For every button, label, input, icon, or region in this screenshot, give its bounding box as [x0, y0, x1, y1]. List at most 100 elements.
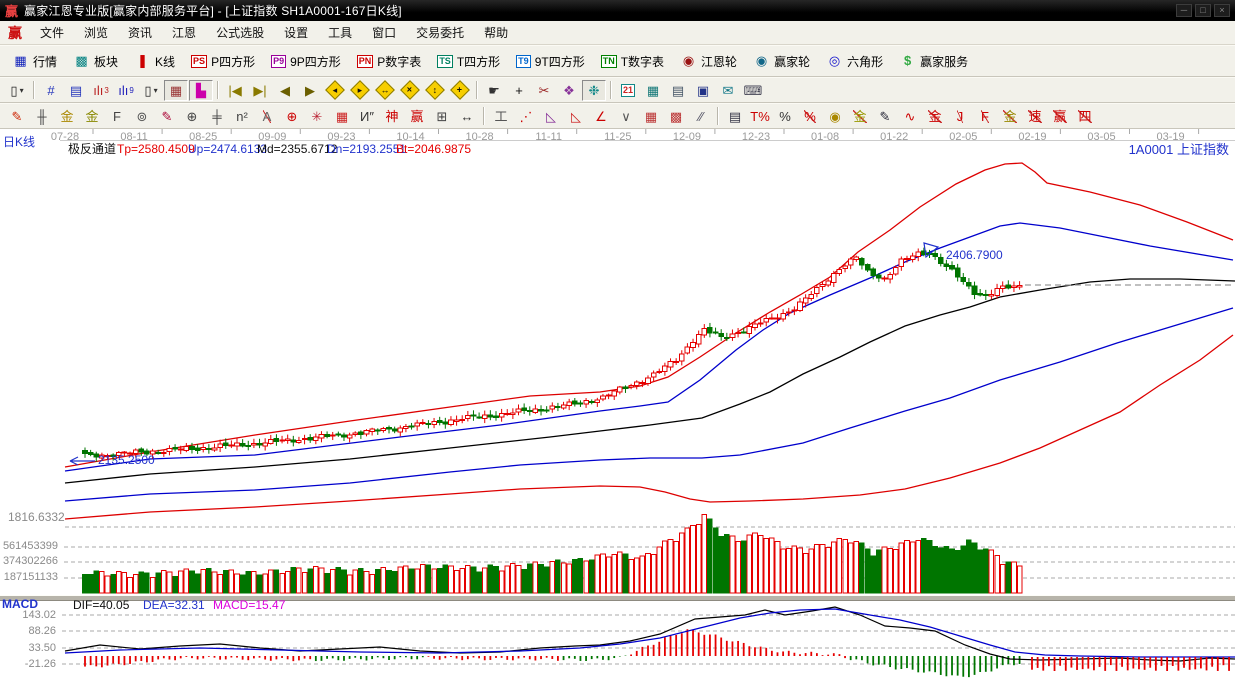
maximize-button[interactable]: □: [1195, 4, 1211, 17]
menu-item-browse[interactable]: 浏览: [74, 21, 118, 44]
ruler-scale-button[interactable]: ╫: [30, 106, 54, 127]
feature-button-t-number-table[interactable]: TNT数字表: [594, 49, 671, 74]
menu-item-formula-stock-pick[interactable]: 公式选股: [206, 21, 274, 44]
feature-button-quotes[interactable]: ▦行情: [5, 49, 64, 74]
gann-grid-button[interactable]: 工: [489, 106, 513, 127]
target-tool-icon: ⊕: [287, 110, 298, 123]
flag-pen-button[interactable]: ✎: [873, 106, 897, 127]
notes-button[interactable]: ▤: [666, 80, 690, 101]
fan-lines-button[interactable]: ⋰: [514, 106, 538, 127]
spiral-scale-button[interactable]: ⊚: [130, 106, 154, 127]
color-chart-button[interactable]: ▙: [189, 80, 213, 101]
feature-button-winner-service[interactable]: $赢家服务: [892, 49, 975, 74]
period-day-selector-button[interactable]: ▯▾: [5, 80, 29, 101]
gold-angle-button[interactable]: 金: [998, 106, 1022, 127]
v-lines-button[interactable]: ∨: [614, 106, 638, 127]
gold-circle-button[interactable]: ◉: [823, 106, 847, 127]
n-square-scale-button[interactable]: n²: [230, 106, 254, 127]
gold-scale-2-button[interactable]: 金: [80, 106, 104, 127]
close-button[interactable]: ×: [1214, 4, 1230, 17]
nav-prev-button[interactable]: ◀: [273, 80, 297, 101]
span-arrows-button[interactable]: ↔: [455, 106, 479, 127]
menu-item-window[interactable]: 窗口: [362, 21, 406, 44]
ying-angle-button[interactable]: 赢: [1048, 106, 1072, 127]
speed-angle-icon: 速: [1028, 110, 1041, 123]
gold-scale-button[interactable]: 金: [55, 106, 79, 127]
menu-item-file[interactable]: 文件: [30, 21, 74, 44]
gold-line-red-button[interactable]: 金: [923, 106, 947, 127]
print-button[interactable]: ⌨: [741, 80, 765, 101]
menu-item-tools[interactable]: 工具: [318, 21, 362, 44]
expand-vertical-button[interactable]: ↕: [423, 80, 447, 101]
marker-pen-button[interactable]: ✎: [155, 106, 179, 127]
wave-tool-button[interactable]: ∿: [898, 106, 922, 127]
minimize-button[interactable]: ─: [1176, 4, 1192, 17]
percent-button[interactable]: %: [773, 106, 797, 127]
menu-item-trade-orders[interactable]: 交易委托: [406, 21, 474, 44]
feature-button-winner-wheel[interactable]: ◉赢家轮: [746, 49, 817, 74]
parallel-lines-button[interactable]: ∕∕: [689, 106, 713, 127]
j-angle-button[interactable]: J: [948, 106, 972, 127]
zoom-left-button[interactable]: ◂: [323, 80, 347, 101]
feature-button-9p-square[interactable]: P99P四方形: [264, 49, 348, 74]
crosshair-button[interactable]: +: [507, 80, 531, 101]
feature-button-hexagon[interactable]: ◎六角形: [819, 49, 890, 74]
erase-scissors-button[interactable]: ✂: [532, 80, 556, 101]
save-button[interactable]: ▣: [691, 80, 715, 101]
pan-hand-button[interactable]: ☛: [482, 80, 506, 101]
angle-tool-button[interactable]: A: [255, 106, 279, 127]
expand-horizontal-button[interactable]: ↔: [373, 80, 397, 101]
gann-toolbox-button[interactable]: ❖: [557, 80, 581, 101]
fan-box-2-button[interactable]: ◺: [564, 106, 588, 127]
grid-123-button[interactable]: ⊞: [430, 106, 454, 127]
feature-button-t-square[interactable]: TST四方形: [430, 49, 507, 74]
send-button[interactable]: ✉: [716, 80, 740, 101]
t-percent-button[interactable]: T%: [748, 106, 772, 127]
nav-next-button[interactable]: ▶: [298, 80, 322, 101]
feature-button-gann-wheel[interactable]: ◉江恩轮: [673, 49, 744, 74]
target-tool-button[interactable]: ⊕: [280, 106, 304, 127]
si-angle-button[interactable]: 四: [1073, 106, 1097, 127]
feature-button-p-number-table[interactable]: PNP数字表: [350, 49, 429, 74]
calculator-button[interactable]: ▦: [641, 80, 665, 101]
f-angle-button[interactable]: F: [973, 106, 997, 127]
pattern-select-button[interactable]: ▦: [164, 80, 188, 101]
nav-first-button[interactable]: |◀: [223, 80, 247, 101]
expand-all-button[interactable]: +: [448, 80, 472, 101]
ying-scale-button[interactable]: 赢: [405, 106, 429, 127]
feature-button-sectors[interactable]: ▩板块: [66, 49, 125, 74]
speed-angle-button[interactable]: 速: [1023, 106, 1047, 127]
radial-lines-button[interactable]: ✳: [305, 106, 329, 127]
grid-target-button[interactable]: ▦: [330, 106, 354, 127]
analysis-brain-button[interactable]: ❉: [582, 80, 606, 101]
calendar-button[interactable]: 21: [616, 80, 640, 101]
percent-line-button[interactable]: %: [798, 106, 822, 127]
candle-type-selector-button[interactable]: ▯▾: [139, 80, 163, 101]
compress-button[interactable]: ×: [398, 80, 422, 101]
feature-button-kline[interactable]: ❚K线: [127, 49, 182, 74]
menu-item-settings[interactable]: 设置: [274, 21, 318, 44]
menu-item-gann[interactable]: 江恩: [162, 21, 206, 44]
feature-button-9t-square[interactable]: T99T四方形: [509, 49, 592, 74]
feature-button-p-square[interactable]: PSP四方形: [184, 49, 262, 74]
price-grid-2-button[interactable]: ▩: [664, 106, 688, 127]
shen-scale-button[interactable]: 神: [380, 106, 404, 127]
bars-9-button[interactable]: ılı9: [114, 80, 138, 101]
menu-item-help[interactable]: 帮助: [474, 21, 518, 44]
nav-last-button[interactable]: ▶|: [248, 80, 272, 101]
circle-scale-button[interactable]: ⊕: [180, 106, 204, 127]
zoom-right-button[interactable]: ▸: [348, 80, 372, 101]
bars-3-button[interactable]: ılı3: [89, 80, 113, 101]
price-grid-button[interactable]: ▦: [639, 106, 663, 127]
tick-ruler-button[interactable]: ╪: [205, 106, 229, 127]
info-panel-button[interactable]: ▤: [64, 80, 88, 101]
gann-n-tool-button[interactable]: И″: [355, 106, 379, 127]
brush-tool-button[interactable]: ✎: [5, 106, 29, 127]
ratio-table-button[interactable]: ▤: [723, 106, 747, 127]
menu-item-news[interactable]: 资讯: [118, 21, 162, 44]
f-scale-button[interactable]: F: [105, 106, 129, 127]
pattern-window-button[interactable]: #: [39, 80, 63, 101]
gold-line-button[interactable]: 金: [848, 106, 872, 127]
angle-lines-button[interactable]: ∠: [589, 106, 613, 127]
fan-box-button[interactable]: ◺: [539, 106, 563, 127]
